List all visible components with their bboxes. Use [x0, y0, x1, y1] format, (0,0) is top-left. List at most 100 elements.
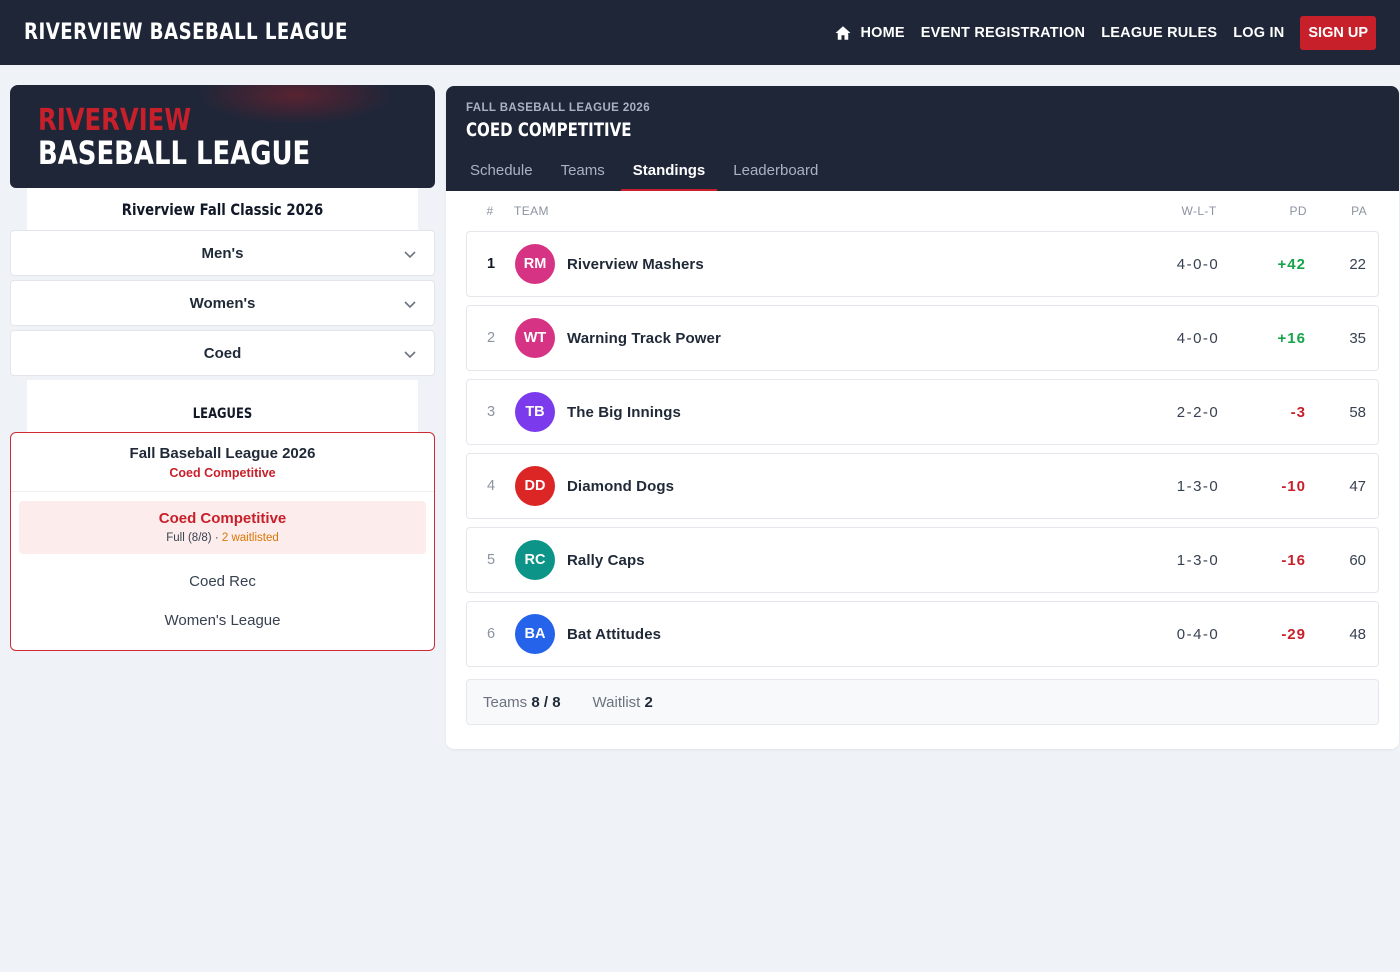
tab-standings[interactable]: Standings	[620, 162, 718, 191]
team-record: 4-0-0	[1176, 329, 1220, 347]
capacity-status: Full (8/8)	[166, 532, 212, 544]
column-header-rank: #	[486, 204, 494, 218]
team-avatar: RM	[515, 244, 555, 284]
team-record: 2-2-0	[1176, 403, 1220, 421]
team-cell: DD Diamond Dogs	[515, 466, 1158, 506]
team-record: 4-0-0	[1176, 255, 1220, 273]
division-label: Coed	[203, 344, 242, 362]
team-avatar: RC	[515, 540, 555, 580]
nav-home-label: HOME	[860, 24, 905, 41]
column-header-pa: PA	[1351, 204, 1367, 218]
teams-summary: Teams 8 / 8	[483, 694, 561, 711]
team-name: Warning Track Power	[567, 329, 721, 347]
tab-teams[interactable]: Teams	[549, 162, 617, 191]
league-item-status: Full (8/8) · 2 waitlisted	[19, 532, 426, 544]
points-against: 48	[1349, 625, 1366, 643]
table-row[interactable]: 6 BA Bat Attitudes 0-4-0 -29 48	[466, 601, 1379, 667]
points-against: 58	[1349, 403, 1366, 421]
team-cell: RM Riverview Mashers	[515, 244, 1158, 284]
team-name: Bat Attitudes	[567, 625, 662, 643]
nav-league-rules-link[interactable]: LEAGUE RULES	[1101, 25, 1217, 41]
division-label: Men's	[201, 244, 244, 262]
table-row[interactable]: 5 RC Rally Caps 1-3-0 -16 60	[466, 527, 1379, 593]
team-cell: BA Bat Attitudes	[515, 614, 1158, 654]
waitlist-value: 2	[644, 693, 653, 711]
point-differential: -29	[1281, 625, 1306, 643]
capacity-summary: Teams 8 / 8 Waitlist 2	[466, 679, 1379, 725]
status-separator: ·	[211, 532, 222, 544]
team-cell: WT Warning Track Power	[515, 318, 1158, 358]
hero-title-line1: RIVERVIEW	[38, 103, 192, 138]
leagues-heading: LEAGUES	[27, 380, 418, 432]
team-name: The Big Innings	[567, 403, 681, 421]
league-subtitle: Coed Competitive	[169, 466, 276, 480]
points-against: 60	[1349, 551, 1366, 569]
panel-tabs: Schedule Teams Standings Leaderboard	[458, 162, 834, 191]
league-card: Fall Baseball League 2026 Coed Competiti…	[10, 432, 435, 651]
league-card-header[interactable]: Fall Baseball League 2026 Coed Competiti…	[11, 433, 434, 492]
table-row[interactable]: 1 RM Riverview Mashers 4-0-0 +42 22	[466, 231, 1379, 297]
league-item-coed-competitive[interactable]: Coed Competitive Full (8/8) · 2 waitlist…	[19, 501, 426, 554]
standings-rows: 1 RM Riverview Mashers 4-0-0 +42 22 2 WT Warning…	[446, 231, 1399, 667]
column-header-pd: PD	[1289, 204, 1307, 218]
tab-leaderboard[interactable]: Leaderboard	[721, 162, 830, 191]
waitlist-count: 2 waitlisted	[221, 532, 279, 544]
team-cell: TB The Big Innings	[515, 392, 1158, 432]
table-row[interactable]: 2 WT Warning Track Power 4-0-0 +16 35	[466, 305, 1379, 371]
table-row[interactable]: 4 DD Diamond Dogs 1-3-0 -10 47	[466, 453, 1379, 519]
chevron-down-icon	[404, 351, 416, 359]
league-item-womens-league[interactable]: Women's League	[11, 601, 434, 640]
league-item-title: Coed Competitive	[158, 510, 287, 527]
home-icon	[835, 25, 851, 40]
sign-up-button[interactable]: SIGN UP	[1300, 15, 1376, 50]
brand-logo-text[interactable]: RIVERVIEW BASEBALL LEAGUE	[24, 20, 348, 45]
nav-links: HOME EVENT REGISTRATION LEAGUE RULES LOG…	[834, 15, 1376, 50]
waitlist-summary: Waitlist 2	[593, 694, 653, 711]
team-record: 0-4-0	[1176, 625, 1220, 643]
point-differential: +42	[1277, 255, 1306, 273]
team-avatar: DD	[515, 466, 555, 506]
team-name: Riverview Mashers	[567, 255, 704, 273]
nav-home-link[interactable]: HOME	[834, 24, 905, 42]
hero-title-line2: BASEBALL LEAGUE	[38, 134, 311, 172]
team-avatar: TB	[515, 392, 555, 432]
team-record: 1-3-0	[1176, 477, 1220, 495]
panel-header: FALL BASEBALL LEAGUE 2026 COED COMPETITI…	[446, 86, 1399, 191]
point-differential: -16	[1281, 551, 1306, 569]
division-accordion-coed[interactable]: Coed	[10, 330, 435, 376]
team-rank: 5	[486, 552, 496, 568]
column-header-team: TEAM	[514, 204, 549, 218]
chevron-down-icon	[404, 301, 416, 309]
panel-kicker: FALL BASEBALL LEAGUE 2026	[466, 102, 651, 114]
standings-table-header: # TEAM W-L-T PD PA	[446, 191, 1399, 231]
waitlist-label: Waitlist	[592, 693, 641, 711]
point-differential: +16	[1277, 329, 1306, 347]
nav-login-link[interactable]: LOG IN	[1233, 25, 1284, 41]
team-rank: 3	[486, 404, 496, 420]
team-cell: RC Rally Caps	[515, 540, 1158, 580]
team-rank: 1	[486, 256, 496, 272]
table-row[interactable]: 3 TB The Big Innings 2-2-0 -3 58	[466, 379, 1379, 445]
points-against: 35	[1349, 329, 1366, 347]
team-name: Diamond Dogs	[567, 477, 675, 495]
league-hero-banner: RIVERVIEW BASEBALL LEAGUE	[10, 85, 435, 188]
chevron-down-icon	[404, 251, 416, 259]
team-rank: 2	[486, 330, 496, 346]
top-navbar: RIVERVIEW BASEBALL LEAGUE HOME EVENT REG…	[0, 0, 1400, 65]
teams-label: Teams	[483, 693, 528, 711]
team-name: Rally Caps	[567, 551, 645, 569]
sidebar: RIVERVIEW BASEBALL LEAGUE Riverview Fall…	[10, 85, 435, 651]
league-item-coed-rec[interactable]: Coed Rec	[11, 562, 434, 601]
division-accordion-mens[interactable]: Men's	[10, 230, 435, 276]
league-title: Fall Baseball League 2026	[129, 445, 316, 462]
point-differential: -3	[1290, 403, 1306, 421]
nav-event-registration-link[interactable]: EVENT REGISTRATION	[921, 25, 1085, 41]
tab-schedule[interactable]: Schedule	[458, 162, 545, 191]
point-differential: -10	[1281, 477, 1306, 495]
team-record: 1-3-0	[1176, 551, 1220, 569]
points-against: 22	[1349, 255, 1366, 273]
panel-title: COED COMPETITIVE	[466, 119, 632, 141]
division-accordion-womens[interactable]: Women's	[10, 280, 435, 326]
points-against: 47	[1349, 477, 1366, 495]
team-rank: 4	[486, 478, 496, 494]
